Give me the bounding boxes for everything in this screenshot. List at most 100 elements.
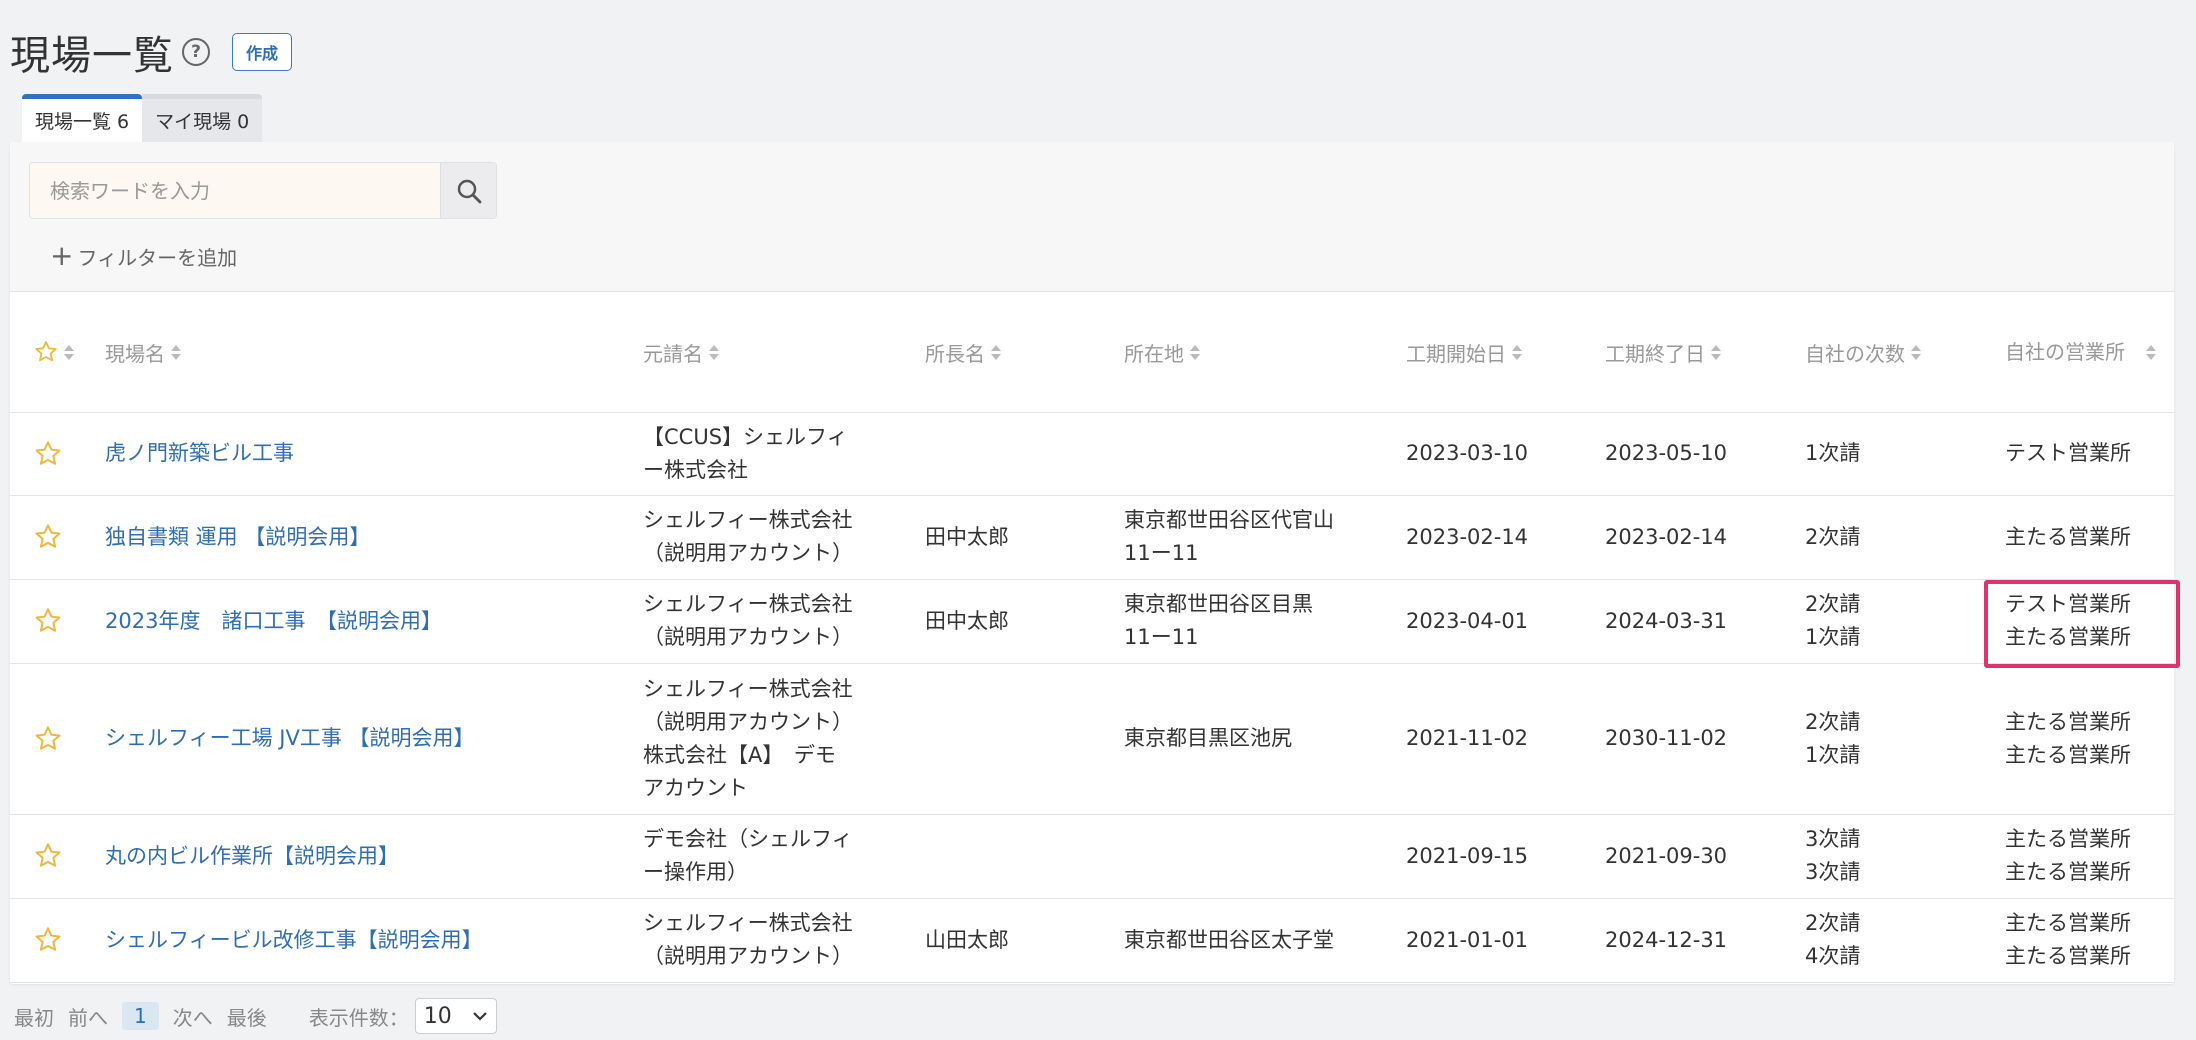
contractor-line: シェルフィー株式会社 <box>643 676 853 701</box>
sort-icon <box>991 344 1001 360</box>
end-date-cell: 2024-03-31 <box>1605 579 1805 664</box>
office-line: 主たる営業所 <box>2005 944 2131 968</box>
favorite-column-header[interactable] <box>10 293 105 413</box>
column-header-contractor[interactable]: 元請名 <box>643 293 925 413</box>
end-date-cell: 2030-11-02 <box>1605 663 1805 815</box>
add-filter-button[interactable]: + フィルターを追加 <box>50 236 237 276</box>
location-line: 東京都世田谷区目黒 <box>1124 592 1313 616</box>
column-header-end-date[interactable]: 工期終了日 <box>1605 293 1805 413</box>
favorite-cell[interactable] <box>10 663 105 815</box>
table-row[interactable]: シェルフィー工場 JV工事 【説明会用】 シェルフィー株式会社 （説明用アカウント）… <box>10 663 2174 815</box>
tier-line: 2次請 <box>1805 524 1861 549</box>
table-row[interactable]: 独自書類 運用 【説明会用】 シェルフィー株式会社 （説明用アカウント） 田中太郎 東京… <box>10 495 2174 580</box>
contractor-line: （説明用アカウント） <box>643 709 853 734</box>
office-line: テスト営業所 <box>2005 592 2131 616</box>
star-icon <box>35 341 57 362</box>
location-line: 東京都世田谷区太子堂 <box>1124 927 1334 952</box>
contractor-cell: シェルフィー株式会社 （説明用アカウント） <box>643 579 925 664</box>
site-name-link[interactable]: 虎ノ門新築ビル工事 <box>105 412 643 496</box>
sort-icon <box>1512 344 1522 360</box>
office-line: 主たる営業所 <box>2005 742 2131 767</box>
table-row[interactable]: 虎ノ門新築ビル工事 【CCUS】シェルフィ ー株式会社 2023-03-10 2023-… <box>10 412 2174 496</box>
tab-site-list[interactable]: 現場一覧 6 <box>22 94 143 142</box>
site-table-wrap: 現場名 元請名 所長名 所在地 工期開始日 工期終了日 自社の次数 自社の営業所… <box>10 293 2174 983</box>
tab-my-sites[interactable]: マイ現場 0 <box>142 94 263 142</box>
contractor-line: （説明用アカウント） <box>643 944 853 968</box>
table-row[interactable]: シェルフィービル改修工事【説明会用】 シェルフィー株式会社 （説明用アカウント） 山田… <box>10 898 2174 983</box>
favorite-cell[interactable] <box>10 495 105 580</box>
manager-cell <box>925 814 1124 899</box>
tier-line: 2次請 <box>1805 592 1861 616</box>
sort-icon <box>64 344 74 360</box>
site-name-link[interactable]: シェルフィービル改修工事【説明会用】 <box>105 898 643 983</box>
star-icon <box>35 440 61 465</box>
create-button[interactable]: 作成 <box>232 33 293 71</box>
office-cell: 主たる営業所 主たる営業所 <box>2005 663 2174 815</box>
column-header-manager[interactable]: 所長名 <box>925 293 1124 413</box>
star-icon <box>35 524 61 548</box>
office-line: 主たる営業所 <box>2005 860 2131 884</box>
start-date-cell: 2021-11-02 <box>1406 663 1605 815</box>
tier-cell: 3次請 3次請 <box>1805 814 2005 899</box>
office-cell: 主たる営業所 主たる営業所 <box>2005 814 2174 899</box>
office-line: テスト営業所 <box>2005 441 2131 465</box>
column-header-start-date[interactable]: 工期開始日 <box>1406 293 1605 413</box>
office-line: 主たる営業所 <box>2005 827 2131 851</box>
table-header-row: 現場名 元請名 所長名 所在地 工期開始日 工期終了日 自社の次数 自社の営業所 <box>10 293 2174 413</box>
column-header-office[interactable]: 自社の営業所 <box>2005 293 2174 413</box>
page-header: 現場一覧 ? 作成 <box>10 22 293 82</box>
office-line: 主たる営業所 <box>2005 709 2131 734</box>
office-cell: 主たる営業所 <box>2005 495 2174 580</box>
tier-line: 3次請 <box>1805 860 1861 884</box>
favorite-cell[interactable] <box>10 814 105 899</box>
site-table: 現場名 元請名 所長名 所在地 工期開始日 工期終了日 自社の次数 自社の営業所… <box>10 293 2174 983</box>
column-header-location[interactable]: 所在地 <box>1124 293 1406 413</box>
office-cell: テスト営業所 主たる営業所 <box>2005 579 2174 664</box>
table-row[interactable]: 丸の内ビル作業所【説明会用】 デモ会社（シェルフィ ー操作用） 2021-09-15 2… <box>10 814 2174 899</box>
column-header-site-name[interactable]: 現場名 <box>105 293 643 413</box>
start-date-cell: 2021-09-15 <box>1406 814 1605 899</box>
column-header-tier[interactable]: 自社の次数 <box>1805 293 2005 413</box>
manager-cell: 山田太郎 <box>925 898 1124 983</box>
office-line: 主たる営業所 <box>2005 911 2131 935</box>
per-page-select[interactable]: 10 <box>414 998 497 1034</box>
pagination-first[interactable]: 最初 <box>14 1002 54 1031</box>
pagination-next[interactable]: 次へ <box>173 1002 213 1031</box>
search-button[interactable] <box>440 163 496 218</box>
office-cell: 主たる営業所 主たる営業所 <box>2005 898 2174 983</box>
favorite-cell[interactable] <box>10 412 105 496</box>
star-icon <box>35 608 61 632</box>
favorite-cell[interactable] <box>10 579 105 664</box>
star-icon <box>35 927 61 951</box>
contractor-line: 株式会社【A】 デモ <box>643 742 836 767</box>
manager-cell: 田中太郎 <box>925 579 1124 664</box>
table-row[interactable]: 2023年度 諸口工事 【説明会用】 シェルフィー株式会社 （説明用アカウント） 田中… <box>10 579 2174 664</box>
search-input[interactable] <box>30 163 440 218</box>
pagination-prev[interactable]: 前へ <box>68 1002 108 1031</box>
office-line: 主たる営業所 <box>2005 524 2131 549</box>
site-name-link[interactable]: シェルフィー工場 JV工事 【説明会用】 <box>105 663 643 815</box>
contractor-line: シェルフィー株式会社 <box>643 592 853 616</box>
site-name-link[interactable]: 2023年度 諸口工事 【説明会用】 <box>105 579 643 664</box>
tier-cell: 1次請 <box>1805 412 2005 496</box>
contractor-line: デモ会社（シェルフィ <box>643 827 853 851</box>
favorite-cell[interactable] <box>10 898 105 983</box>
location-cell: 東京都目黒区池尻 <box>1124 663 1406 815</box>
question-circle-icon[interactable]: ? <box>182 38 210 66</box>
per-page-label: 表示件数： <box>308 1005 409 1030</box>
sort-icon <box>171 344 181 360</box>
pagination-current[interactable]: 1 <box>122 1002 159 1030</box>
tier-line: 3次請 <box>1805 827 1861 851</box>
tier-cell: 2次請 1次請 <box>1805 663 2005 815</box>
sort-icon <box>2146 344 2156 360</box>
pagination-last[interactable]: 最後 <box>227 1002 267 1031</box>
site-name-link[interactable]: 丸の内ビル作業所【説明会用】 <box>105 814 643 899</box>
end-date-cell: 2023-05-10 <box>1605 412 1805 496</box>
office-cell: テスト営業所 <box>2005 412 2174 496</box>
tab-bar: 現場一覧 6 マイ現場 0 <box>22 94 263 142</box>
location-line: 東京都目黒区池尻 <box>1124 726 1292 750</box>
site-name-link[interactable]: 独自書類 運用 【説明会用】 <box>105 495 643 580</box>
page-title: 現場一覧 <box>10 33 174 79</box>
contractor-line: （説明用アカウント） <box>643 625 853 649</box>
location-cell <box>1124 814 1406 899</box>
